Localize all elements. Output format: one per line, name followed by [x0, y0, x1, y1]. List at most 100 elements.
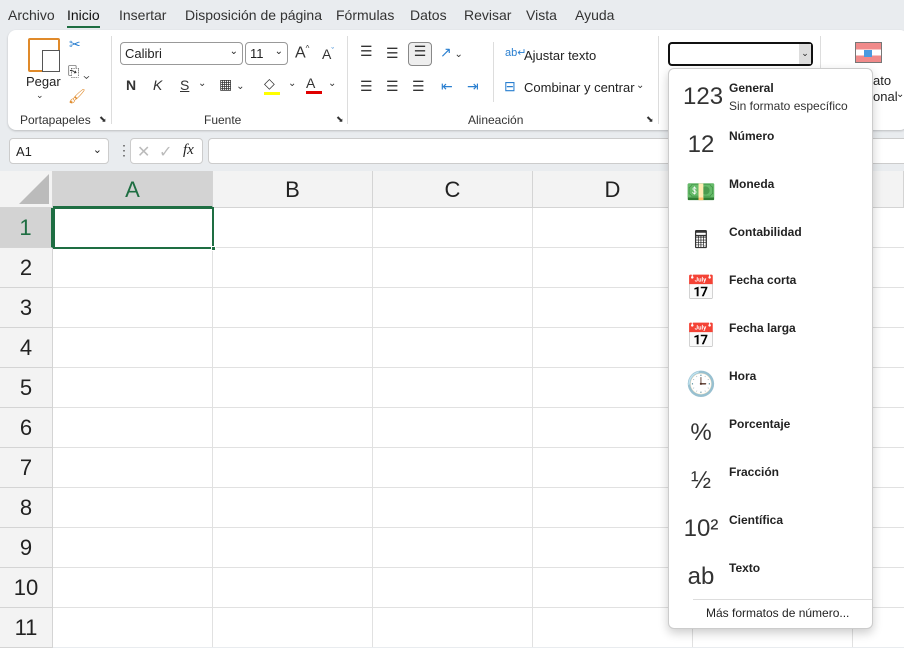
- fill-handle[interactable]: [211, 246, 216, 251]
- fill-chevron-icon[interactable]: ⌄: [288, 78, 296, 89]
- format-option-6[interactable]: 🕒 Hora: [669, 361, 872, 409]
- row-header-3[interactable]: 3: [0, 288, 53, 328]
- bold-button[interactable]: N: [126, 77, 136, 93]
- paste-icon[interactable]: [28, 38, 60, 72]
- row-header-1[interactable]: 1: [0, 208, 53, 248]
- format-option-0[interactable]: 123 General Sin formato específico: [669, 73, 872, 121]
- more-number-formats-link[interactable]: Más formatos de número...: [706, 606, 849, 620]
- row-header-2[interactable]: 2: [0, 248, 53, 288]
- grow-font-icon[interactable]: A^: [295, 44, 309, 62]
- orientation-icon[interactable]: ↗ ⌄: [440, 44, 463, 61]
- scientific-icon: 10²: [683, 515, 719, 542]
- tab-insertar[interactable]: Insertar: [119, 7, 166, 23]
- tab-revisar[interactable]: Revisar: [464, 7, 511, 23]
- conditional-chevron-icon[interactable]: ⌄: [896, 89, 904, 100]
- font-color-chevron-icon[interactable]: ⌄: [328, 78, 336, 89]
- format-option-7[interactable]: % Porcentaje: [669, 409, 872, 457]
- format-option-4[interactable]: 📅 Fecha corta: [669, 265, 872, 313]
- align-right-icon[interactable]: ☰: [412, 78, 425, 95]
- format-option-label: Número: [729, 129, 775, 143]
- format-option-3[interactable]: 🖩 Contabilidad: [669, 217, 872, 265]
- row-header-9[interactable]: 9: [0, 528, 53, 568]
- italic-button[interactable]: K: [153, 77, 162, 93]
- format-option-label: General: [729, 81, 774, 95]
- formula-buttons: ✕ ✓ fx: [130, 138, 203, 164]
- calendar-short-icon: 📅: [686, 275, 716, 302]
- divider: [693, 599, 872, 600]
- format-option-5[interactable]: 📅 Fecha larga: [669, 313, 872, 361]
- copy-icon[interactable]: ⎘ ⌄: [68, 63, 90, 80]
- tab-inicio[interactable]: Inicio: [67, 7, 100, 28]
- enter-icon[interactable]: ✓: [159, 142, 172, 162]
- column-header-a[interactable]: A: [53, 171, 213, 208]
- underline-chevron-icon[interactable]: ⌄: [198, 78, 206, 89]
- font-name-select[interactable]: Calibri ⌄: [120, 42, 243, 65]
- tab-disposicion[interactable]: Disposición de página: [185, 7, 322, 23]
- group-label-clipboard: Portapapeles: [20, 113, 91, 127]
- increase-indent-icon[interactable]: ⇥: [467, 78, 479, 95]
- alignment-launcher-icon[interactable]: ⬊: [646, 114, 654, 125]
- row-header-8[interactable]: 8: [0, 488, 53, 528]
- format-option-label: Porcentaje: [729, 417, 791, 431]
- column-header-c[interactable]: C: [373, 171, 533, 208]
- format-painter-icon[interactable]: 🖌: [68, 88, 86, 105]
- chevron-down-icon: ⌄: [92, 144, 102, 156]
- wrap-text-button[interactable]: Ajustar texto: [524, 48, 596, 63]
- format-option-2[interactable]: 💵 Moneda: [669, 169, 872, 217]
- row-header-10[interactable]: 10: [0, 568, 53, 608]
- cancel-icon[interactable]: ✕: [137, 142, 150, 162]
- row-header-7[interactable]: 7: [0, 448, 53, 488]
- format-option-8[interactable]: ½ Fracción: [669, 457, 872, 505]
- merge-center-button[interactable]: Combinar y centrar: [524, 80, 635, 95]
- format-option-9[interactable]: 10² Científica: [669, 505, 872, 553]
- more-options-icon[interactable]: ⋮: [117, 142, 131, 159]
- divider: [493, 42, 494, 102]
- paste-button[interactable]: Pegar: [26, 74, 61, 89]
- row-header-4[interactable]: 4: [0, 328, 53, 368]
- paste-chevron-icon[interactable]: ⌄: [36, 90, 44, 101]
- conditional-format-label-1[interactable]: ato: [873, 73, 891, 88]
- text-icon: ab: [687, 563, 715, 590]
- calendar-long-icon: 📅: [686, 323, 716, 350]
- name-box-value: A1: [16, 144, 32, 159]
- borders-icon[interactable]: ▦ ⌄: [219, 76, 245, 93]
- currency-icon: 💵: [686, 179, 716, 206]
- tab-formulas[interactable]: Fórmulas: [336, 7, 394, 23]
- group-label-alignment: Alineación: [468, 113, 524, 127]
- decrease-indent-icon[interactable]: ⇤: [441, 78, 453, 95]
- fill-color-icon[interactable]: ◇: [264, 75, 280, 95]
- font-color-icon[interactable]: A: [306, 75, 322, 94]
- shrink-font-icon[interactable]: Aˇ: [322, 46, 334, 62]
- align-middle-icon[interactable]: ☰: [386, 45, 399, 62]
- tab-ayuda[interactable]: Ayuda: [575, 7, 614, 23]
- number-format-select[interactable]: ⌄: [668, 42, 813, 66]
- tab-datos[interactable]: Datos: [410, 7, 447, 23]
- align-left-icon[interactable]: ☰: [360, 78, 373, 95]
- align-center-icon[interactable]: ☰: [386, 78, 399, 95]
- row-header-11[interactable]: 11: [0, 608, 53, 648]
- format-option-10[interactable]: ab Texto: [669, 553, 872, 601]
- format-option-1[interactable]: 12 Número: [669, 121, 872, 169]
- insert-function-icon[interactable]: fx: [183, 142, 194, 159]
- font-size-select[interactable]: 11 ⌄: [245, 42, 288, 65]
- font-launcher-icon[interactable]: ⬊: [336, 114, 344, 125]
- row-header-5[interactable]: 5: [0, 368, 53, 408]
- format-option-label: Moneda: [729, 177, 775, 191]
- clipboard-launcher-icon[interactable]: ⬊: [99, 114, 107, 125]
- tab-vista[interactable]: Vista: [526, 7, 557, 23]
- underline-button[interactable]: S: [180, 77, 189, 93]
- chevron-down-icon: ⌄: [274, 46, 283, 57]
- align-top-icon[interactable]: ☰: [360, 43, 373, 60]
- cut-icon[interactable]: ✂: [69, 36, 81, 53]
- conditional-format-label-2[interactable]: onal: [873, 89, 898, 104]
- selected-cell-a1[interactable]: [53, 207, 216, 251]
- select-all-corner[interactable]: [0, 171, 53, 208]
- chevron-down-icon: ⌄: [229, 46, 238, 57]
- column-header-b[interactable]: B: [213, 171, 373, 208]
- row-header-6[interactable]: 6: [0, 408, 53, 448]
- tab-archivo[interactable]: Archivo: [8, 7, 55, 23]
- name-box[interactable]: A1 ⌄: [9, 138, 109, 164]
- merge-chevron-icon[interactable]: ⌄: [636, 80, 644, 91]
- conditional-format-icon[interactable]: [855, 42, 882, 63]
- align-bottom-icon[interactable]: ☰: [408, 42, 432, 66]
